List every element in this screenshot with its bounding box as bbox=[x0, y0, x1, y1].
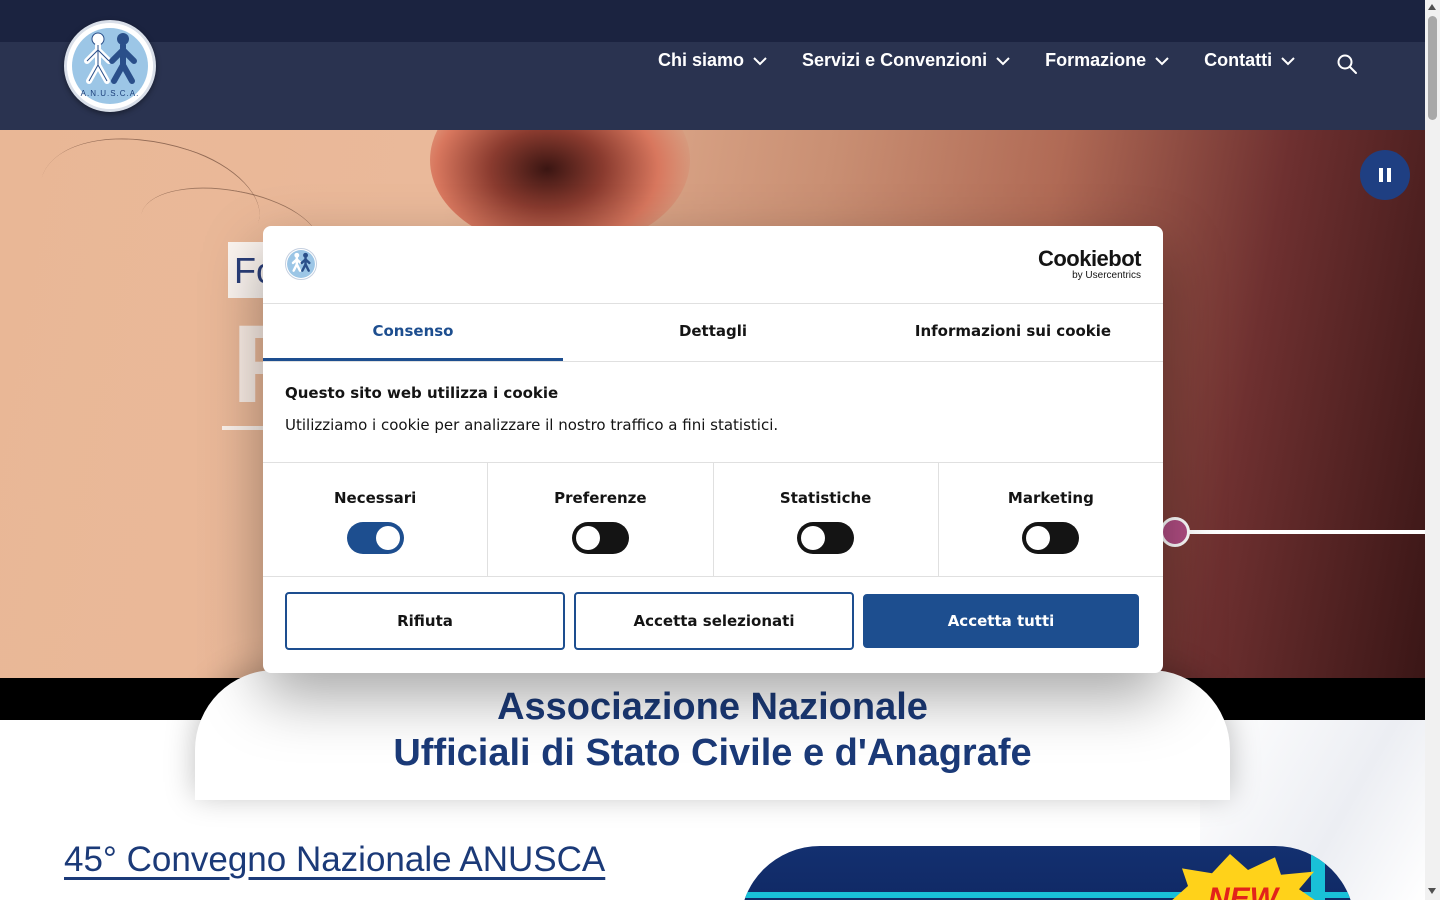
toggle-necessari[interactable] bbox=[346, 522, 404, 554]
convegno-promo-image[interactable]: NEW bbox=[740, 846, 1355, 900]
category-statistiche: Statistiche bbox=[714, 463, 939, 576]
toggle-knob bbox=[575, 526, 600, 550]
logo-icon[interactable]: A.N.U.S.C.A. bbox=[64, 20, 156, 112]
cookie-dialog-body: Questo sito web utilizza i cookie Utiliz… bbox=[285, 384, 1141, 434]
accept-selected-button[interactable]: Accetta selezionati bbox=[574, 592, 854, 650]
slider-progress-dot[interactable] bbox=[1160, 517, 1190, 547]
promo-burst-text: NEW bbox=[1208, 882, 1278, 900]
nav-item-label: Servizi e Convenzioni bbox=[802, 50, 988, 70]
cookie-categories: Necessari Preferenze Statistiche Marketi… bbox=[263, 462, 1163, 577]
category-label: Preferenze bbox=[554, 489, 647, 507]
slider-progress-line bbox=[1174, 530, 1425, 534]
nav-item-servizi[interactable]: Servizi e Convenzioni bbox=[802, 50, 1011, 71]
cookie-dialog-header: Cookiebot by Usercentrics bbox=[263, 226, 1163, 304]
site-header: A.N.U.S.C.A. Chi siamo Servizi e Convenz… bbox=[0, 0, 1425, 130]
cookiebot-logo[interactable]: Cookiebot by Usercentrics bbox=[1037, 246, 1142, 282]
cookiebot-brand-sub: by Usercentrics bbox=[1072, 270, 1141, 281]
nav-item-label: Chi siamo bbox=[658, 50, 745, 70]
nav-item-chi-siamo[interactable]: Chi siamo bbox=[658, 50, 768, 71]
accept-all-button[interactable]: Accetta tutti bbox=[863, 594, 1139, 648]
category-label: Marketing bbox=[1007, 489, 1094, 507]
nav-item-contatti[interactable]: Contatti bbox=[1204, 50, 1296, 71]
tab-informazioni[interactable]: Informazioni sui cookie bbox=[863, 304, 1163, 361]
search-icon[interactable] bbox=[1336, 53, 1358, 75]
toggle-marketing[interactable] bbox=[1022, 522, 1080, 554]
toggle-knob bbox=[375, 526, 400, 550]
toggle-knob bbox=[1026, 526, 1051, 550]
tab-consenso[interactable]: Consenso bbox=[263, 304, 563, 361]
convegno-link[interactable]: 45° Convegno Nazionale ANUSCA bbox=[64, 840, 605, 880]
category-preferenze: Preferenze bbox=[488, 463, 714, 576]
main-nav: Chi siamo Servizi e Convenzioni Formazio… bbox=[658, 50, 1296, 71]
tab-dettagli[interactable]: Dettagli bbox=[563, 304, 863, 361]
cookiebot-brand: Cookiebot bbox=[1037, 246, 1142, 271]
cookie-consent-dialog: Cookiebot by Usercentrics Consenso Detta… bbox=[263, 226, 1163, 673]
header-top-band bbox=[0, 0, 1425, 42]
category-necessari: Necessari bbox=[263, 463, 489, 576]
chevron-down-icon bbox=[1155, 56, 1169, 65]
pause-button[interactable] bbox=[1360, 150, 1410, 200]
nav-item-label: Contatti bbox=[1204, 50, 1273, 70]
cookie-description: Utilizziamo i cookie per analizzare il n… bbox=[285, 416, 779, 434]
scroll-up-arrow-icon[interactable] bbox=[1428, 4, 1436, 10]
scrollbar-thumb[interactable] bbox=[1428, 16, 1437, 120]
page-title-line: Associazione Nazionale bbox=[497, 686, 928, 728]
category-label: Statistiche bbox=[779, 489, 872, 507]
chevron-down-icon bbox=[1281, 56, 1295, 65]
logo-icon bbox=[285, 248, 317, 280]
pause-icon bbox=[1379, 168, 1383, 182]
nav-item-formazione[interactable]: Formazione bbox=[1045, 50, 1170, 71]
chevron-down-icon bbox=[996, 56, 1010, 65]
page-scrollbar[interactable] bbox=[1425, 0, 1440, 900]
reject-button[interactable]: Rifiuta bbox=[285, 592, 565, 650]
category-label: Necessari bbox=[333, 489, 417, 507]
toggle-knob bbox=[801, 526, 826, 550]
nav-item-label: Formazione bbox=[1045, 50, 1147, 70]
toggle-preferenze[interactable] bbox=[571, 522, 629, 554]
scroll-down-arrow-icon[interactable] bbox=[1428, 888, 1436, 894]
page-title-line: Ufficiali di Stato Civile e d'Anagrafe bbox=[393, 732, 1032, 774]
cookie-actions: Rifiuta Accetta selezionati Accetta tutt… bbox=[285, 592, 1139, 650]
logo-text: A.N.U.S.C.A. bbox=[80, 89, 140, 98]
pause-icon bbox=[1387, 168, 1391, 182]
toggle-statistiche[interactable] bbox=[797, 522, 855, 554]
cookie-tabs: Consenso Dettagli Informazioni sui cooki… bbox=[263, 304, 1163, 362]
cookie-title: Questo sito web utilizza i cookie bbox=[285, 384, 559, 402]
chevron-down-icon bbox=[753, 56, 767, 65]
promo-stripe bbox=[1311, 846, 1325, 900]
page-title: Associazione Nazionale Ufficiali di Stat… bbox=[195, 684, 1230, 776]
category-marketing: Marketing bbox=[939, 463, 1163, 576]
